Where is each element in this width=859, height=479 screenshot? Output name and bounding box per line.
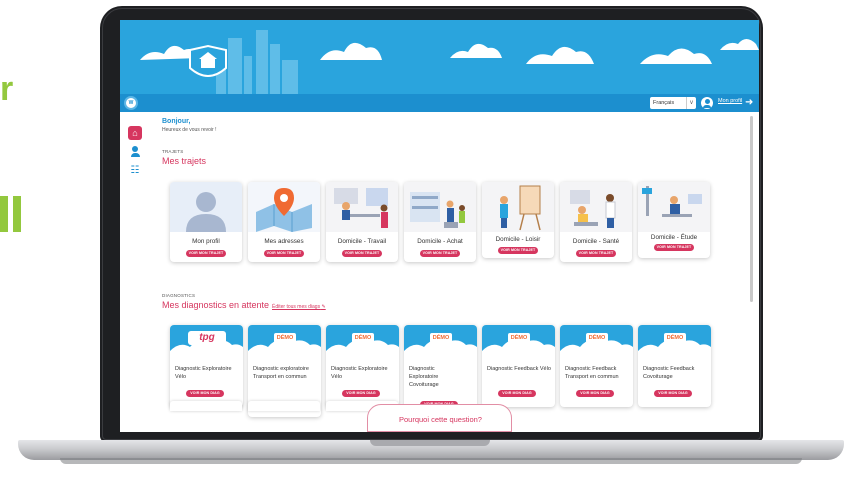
- diag-card-label: Diagnostic Exploratoire Vélo: [331, 366, 388, 380]
- tpg-logo: tpg: [188, 331, 226, 345]
- trajet-card[interactable]: Mes adresses VOIR MON TRAJET: [248, 182, 320, 262]
- demo-badge: DÉMO: [664, 333, 686, 343]
- demo-badge: DÉMO: [508, 333, 530, 343]
- language-value: Français: [653, 100, 675, 106]
- language-select[interactable]: Français v: [650, 97, 696, 109]
- voir-trajet-button[interactable]: VOIR MON TRAJET: [420, 250, 460, 257]
- demo-badge: DÉMO: [430, 333, 452, 343]
- why-question-label: Pourquoi cette question?: [399, 415, 482, 424]
- diag-card-header: DÉMO: [560, 325, 633, 359]
- edit-icon: ✎: [321, 304, 326, 310]
- trajet-card-label: Domicile - Loisir: [495, 236, 541, 243]
- app-screen: W Français v Mon profil ➜ ⌂ ☷ Bonjour, H…: [120, 20, 759, 432]
- side-decoration-bars: [0, 196, 24, 232]
- diag-card-header: DÉMO: [482, 325, 555, 359]
- trajet-card-label: Domicile - Santé: [572, 238, 620, 245]
- section-title-diagnostics: Mes diagnostics en attente: [162, 300, 270, 310]
- greeting-title: Bonjour,: [162, 118, 191, 125]
- diag-card-header: DÉMO: [638, 325, 711, 359]
- profile-illustration: [170, 182, 242, 232]
- diag-card-label: Diagnostic exploratoire Transport en com…: [253, 366, 309, 380]
- section-caption-trajets: TRAJETS: [162, 149, 184, 154]
- profile-link[interactable]: Mon profil: [718, 98, 742, 104]
- trajet-card[interactable]: Domicile - Achat VOIR MON TRAJET: [404, 182, 476, 262]
- voir-trajet-button[interactable]: VOIR MON TRAJET: [186, 250, 226, 257]
- edit-all-diags-link[interactable]: Éditer tous mes diags ✎: [272, 304, 326, 310]
- voir-trajet-button[interactable]: VOIR MON TRAJET: [498, 247, 538, 254]
- demo-badge: DÉMO: [274, 333, 296, 343]
- trajet-card-label: Domicile - Travail: [337, 238, 387, 245]
- trajet-card[interactable]: Domicile - Loisir VOIR MON TRAJET: [482, 182, 554, 258]
- voir-trajet-button[interactable]: VOIR MON TRAJET: [576, 250, 616, 257]
- diag-card-header: DÉMO: [326, 325, 399, 359]
- diag-card[interactable]: DÉMO Diagnostic Feedback Transport en co…: [560, 325, 633, 407]
- diag-card-label: Diagnostic Feedback Vélo: [487, 366, 551, 372]
- map-pin-illustration: [248, 182, 320, 232]
- diag-card-label: Diagnostic Feedback Covoiturage: [643, 366, 695, 380]
- diag-card-label: Diagnostic Exploratoire Vélo: [175, 366, 232, 380]
- diag-card[interactable]: DÉMO Diagnostic Feedback Covoiturage VOI…: [638, 325, 711, 407]
- voir-diag-button[interactable]: VOIR MON DIAG: [342, 390, 380, 397]
- trajet-card[interactable]: Domicile - Étude VOIR MON TRAJET: [638, 182, 710, 258]
- greeting-subtitle: Heureux de vous revoir !: [162, 127, 217, 133]
- voir-diag-button[interactable]: VOIR MON DIAG: [186, 390, 224, 397]
- trajet-card[interactable]: Mon profil VOIR MON TRAJET: [170, 182, 242, 262]
- group-icon[interactable]: ☷: [128, 164, 142, 178]
- trajet-card-label: Mon profil: [192, 238, 220, 245]
- demo-badge: DÉMO: [352, 333, 374, 343]
- voir-diag-button[interactable]: VOIR MON DIAG: [498, 390, 536, 397]
- scrollbar[interactable]: [750, 116, 753, 302]
- diag-card[interactable]: DÉMO Diagnostic Feedback Vélo VOIR MON D…: [482, 325, 555, 407]
- voir-diag-button[interactable]: VOIR MON DIAG: [654, 390, 692, 397]
- work-illustration: [326, 182, 398, 232]
- voir-trajet-button[interactable]: VOIR MON TRAJET: [264, 250, 304, 257]
- diag-card[interactable]: DÉMO Diagnostic Exploratoire Covoiturage…: [404, 325, 477, 411]
- header-banner: [120, 20, 759, 94]
- leisure-illustration: [482, 182, 554, 232]
- sidebar: ⌂ ☷: [120, 112, 150, 432]
- voir-diag-button[interactable]: VOIR MON DIAG: [576, 390, 614, 397]
- diag-card-header: tpg: [170, 325, 243, 359]
- app-logo[interactable]: W: [124, 96, 138, 110]
- health-illustration: [560, 182, 632, 232]
- logout-icon[interactable]: ➜: [745, 97, 757, 109]
- demo-badge: DÉMO: [586, 333, 608, 343]
- voir-trajet-button[interactable]: VOIR MON TRAJET: [342, 250, 382, 257]
- trajet-card-label: Domicile - Achat: [417, 238, 463, 245]
- trajet-card-label: Mes adresses: [264, 238, 304, 245]
- user-icon[interactable]: [701, 97, 713, 109]
- trajet-card-label: Domicile - Étude: [650, 234, 698, 241]
- diag-card[interactable]: DÉMO Diagnostic Exploratoire Vélo VOIR M…: [326, 325, 399, 407]
- trajet-card[interactable]: Domicile - Santé VOIR MON TRAJET: [560, 182, 632, 262]
- home-icon[interactable]: ⌂: [128, 126, 142, 140]
- diag-card-label: Diagnostic Feedback Transport en commun: [565, 366, 619, 380]
- chevron-down-icon: v: [686, 97, 696, 109]
- section-title-trajets: Mes trajets: [162, 156, 207, 166]
- top-navbar: W Français v Mon profil ➜: [120, 94, 759, 112]
- why-question-button[interactable]: Pourquoi cette question?: [367, 404, 512, 432]
- section-caption-diagnostics: DIAGNOSTICS: [162, 293, 196, 298]
- study-illustration: [638, 182, 710, 232]
- trajet-card[interactable]: Domicile - Travail VOIR MON TRAJET: [326, 182, 398, 262]
- edit-link-label: Éditer tous mes diags: [272, 304, 321, 310]
- diag-card-label: Diagnostic Exploratoire Covoiturage: [409, 366, 439, 388]
- shopping-illustration: [404, 182, 476, 232]
- side-decoration-letter: r: [0, 70, 14, 108]
- diag-card-header: DÉMO: [404, 325, 477, 359]
- voir-trajet-button[interactable]: VOIR MON TRAJET: [654, 244, 694, 251]
- laptop-notch: [370, 440, 490, 446]
- profile-nav-icon[interactable]: [128, 144, 142, 158]
- diag-card[interactable]: tpg Diagnostic Exploratoire Vélo VOIR MO…: [170, 325, 243, 407]
- diag-card-header: DÉMO: [248, 325, 321, 359]
